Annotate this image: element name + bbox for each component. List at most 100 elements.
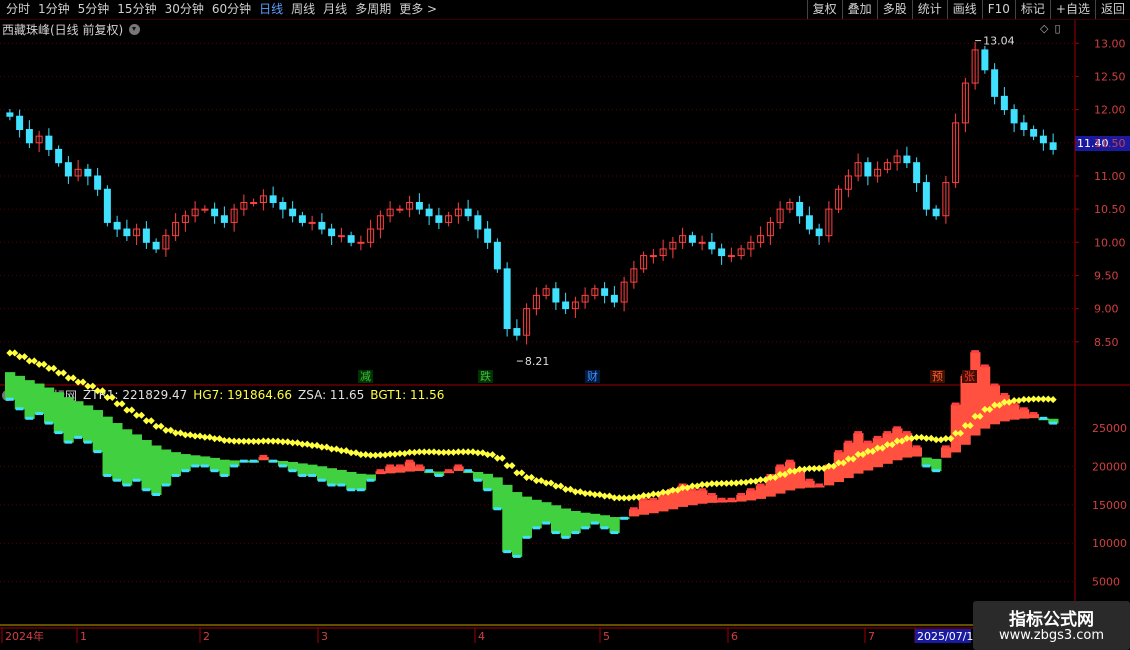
chevron-down-icon[interactable] [2, 389, 13, 401]
high-label: 13.04 [983, 35, 1015, 48]
ma-dot [644, 492, 653, 500]
tab-4[interactable]: 30分钟 [161, 0, 208, 19]
tab-5[interactable]: 60分钟 [208, 0, 255, 19]
tab-9[interactable]: 多周期 [351, 0, 395, 19]
toolbar-button-6[interactable]: 标记 [1014, 0, 1050, 19]
band-segment [755, 485, 766, 499]
event-marker-3[interactable]: 预 [930, 370, 945, 383]
band-edge [522, 535, 531, 539]
ma-dot [713, 480, 721, 488]
chevron-down-icon[interactable] [129, 23, 141, 35]
chart-title: 西藏珠峰(日线 前复权) [2, 22, 124, 37]
ma-dot [1000, 398, 1008, 406]
candle-body [74, 168, 82, 177]
ma-dot [474, 449, 482, 457]
band-edge [308, 473, 316, 477]
band-segment [863, 442, 874, 471]
ma-dot [800, 465, 809, 473]
ma-dot [449, 448, 458, 456]
band-segment [287, 462, 298, 472]
ma-dot [761, 476, 770, 484]
candle-body [815, 228, 823, 237]
watermark-url: www.zbgs3.com [998, 628, 1105, 643]
band-edge [571, 531, 580, 535]
band-edge [171, 473, 180, 477]
candle-body [688, 235, 696, 243]
ma-dot [976, 412, 984, 420]
toolbar-button-7[interactable]: +自选 [1049, 0, 1095, 19]
band-edge [191, 464, 199, 468]
toolbar-button-8[interactable]: 返回 [1094, 0, 1130, 19]
band-edge [259, 454, 268, 458]
ma-dot [454, 448, 462, 456]
band-segment [229, 460, 240, 467]
event-marker-4[interactable]: 张 [962, 370, 977, 383]
toolbar-button-0[interactable]: 复权 [806, 0, 842, 19]
candle-body [142, 228, 150, 243]
toolbar-button-1[interactable]: 叠加 [841, 0, 877, 19]
ma-dot [298, 440, 306, 448]
tab-0[interactable]: 分时 [2, 0, 34, 19]
band-segment [473, 471, 484, 481]
tab-3[interactable]: 15分钟 [113, 0, 160, 19]
band-segment [395, 466, 406, 473]
band-edge [708, 492, 716, 496]
ma-dot [337, 447, 345, 455]
band-segment [83, 405, 94, 443]
band-edge [493, 507, 502, 511]
candle-body [181, 215, 189, 223]
event-marker-2[interactable]: 财 [585, 370, 600, 383]
band-edge [747, 488, 755, 492]
candle-body [64, 162, 72, 177]
toolbar-button-5[interactable]: F10 [981, 0, 1015, 19]
candle-body [298, 215, 306, 223]
tab-10[interactable]: 更多 > [395, 0, 441, 19]
band-segment [73, 401, 84, 438]
band-edge [210, 469, 219, 473]
band-segment [404, 461, 415, 472]
tab-1[interactable]: 1分钟 [34, 0, 74, 19]
indicator-legend: 股朋指标网 ZTR1: 221829.47 HG7: 191864.66 ZSA… [2, 387, 450, 403]
ma-dot [664, 488, 672, 496]
band-segment [453, 466, 464, 472]
ma-dot [849, 455, 857, 463]
ma-dot [864, 447, 872, 455]
event-marker-1[interactable]: 跌 [478, 370, 493, 383]
ma-dot [69, 374, 77, 382]
band-edge [474, 478, 482, 482]
toolbar-button-2[interactable]: 多股 [876, 0, 912, 19]
band-segment [707, 494, 718, 503]
ma-dot [981, 405, 989, 413]
toolbar-button-3[interactable]: 统计 [911, 0, 947, 19]
band-segment [297, 463, 308, 476]
ma-dot [274, 437, 282, 445]
band-edge [1049, 421, 1057, 425]
toolbar-button-4[interactable]: 画线 [946, 0, 982, 19]
band-edge [15, 407, 24, 411]
tab-2[interactable]: 5分钟 [74, 0, 114, 19]
tab-6[interactable]: 日线 [255, 0, 287, 19]
tab-7[interactable]: 周线 [287, 0, 319, 19]
ma-dot [293, 439, 302, 447]
ma-dot [16, 353, 24, 361]
band-segment [375, 471, 386, 475]
candle-body [94, 175, 102, 190]
tab-8[interactable]: 月线 [319, 0, 351, 19]
band-edge [737, 492, 745, 496]
band-edge [298, 473, 307, 477]
band-edge [220, 473, 229, 477]
ma-dot [883, 441, 891, 449]
ma-dot [869, 447, 877, 455]
band-edge [805, 478, 814, 482]
band-edge [318, 478, 326, 482]
ma-dot [771, 473, 779, 481]
candle-body [513, 328, 521, 336]
window-icon[interactable]: ▯ [1054, 22, 1060, 35]
event-marker-0[interactable]: 减 [358, 370, 373, 383]
diamond-icon[interactable]: ◇ [1040, 22, 1048, 35]
band-edge [74, 435, 82, 439]
ma-dot [971, 412, 979, 420]
band-segment [853, 433, 864, 474]
candle-body [123, 228, 131, 237]
ma-dot [635, 493, 643, 501]
